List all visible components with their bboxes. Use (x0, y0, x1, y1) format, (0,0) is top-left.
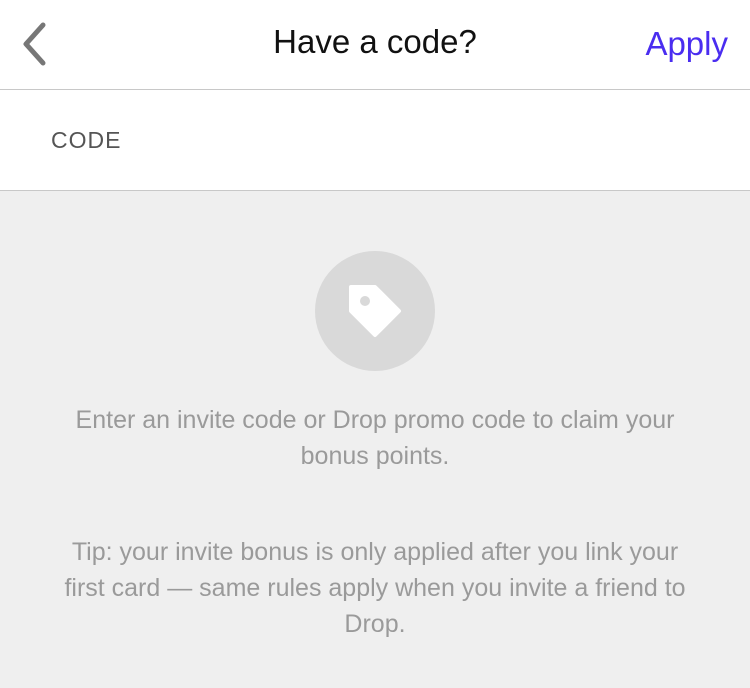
apply-button[interactable]: Apply (645, 0, 728, 88)
code-field-row: CODE (0, 90, 750, 191)
navigation-bar: Have a code? Apply (0, 0, 750, 90)
page-title: Have a code? (273, 23, 477, 60)
tag-icon (349, 285, 401, 337)
back-button[interactable] (14, 20, 54, 68)
tip-text: Tip: your invite bonus is only applied a… (64, 538, 686, 638)
chevron-left-icon (23, 22, 46, 66)
info-text: Enter an invite code or Drop promo code … (75, 406, 675, 470)
tag-illustration (315, 251, 435, 371)
code-input[interactable] (200, 116, 720, 164)
code-label: CODE (51, 127, 122, 153)
